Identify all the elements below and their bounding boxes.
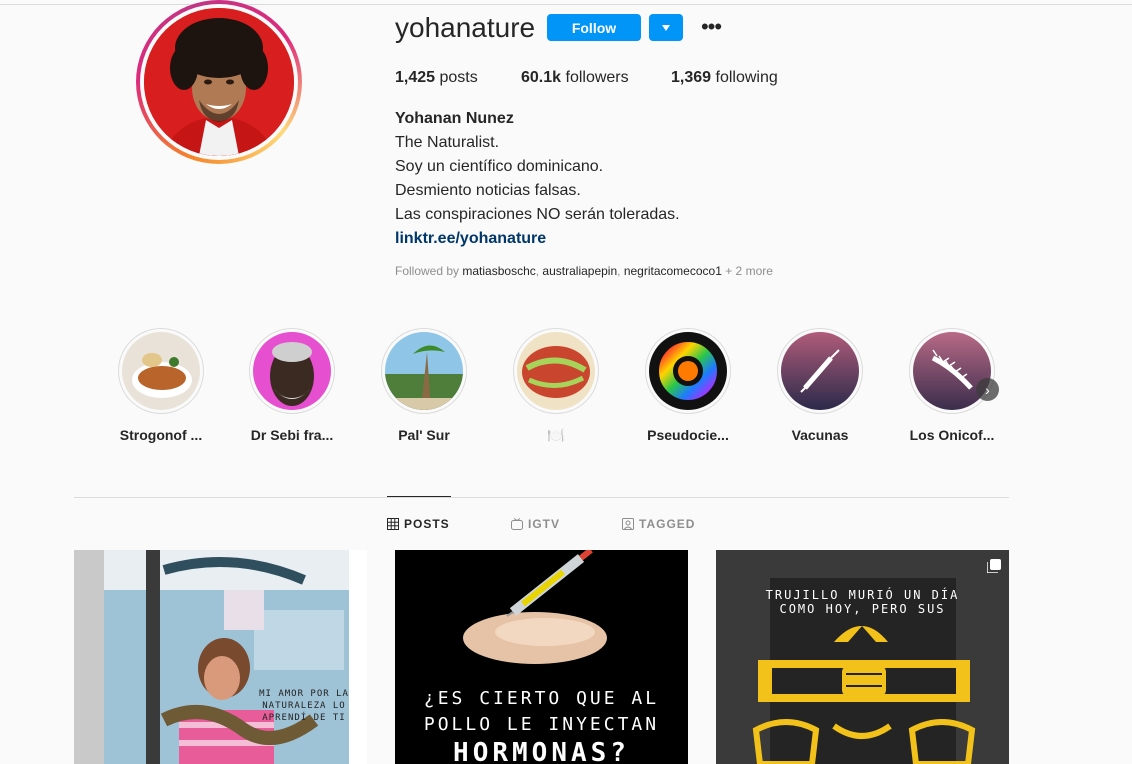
followed-by-more[interactable]: + 2 more (725, 264, 773, 278)
tabs-divider (74, 497, 1009, 498)
grid-icon (387, 518, 399, 530)
following-count: 1,369 (671, 69, 712, 86)
story-highlight[interactable]: Pseudocie... (633, 328, 743, 443)
follow-button[interactable]: Follow (547, 14, 641, 41)
posts-count-label: posts (439, 69, 478, 86)
post-thumbnail[interactable]: ¿ES CIERTO QUE AL POLLO LE INYECTAN HORM… (395, 550, 688, 764)
carousel-icon (986, 559, 1001, 574)
followed-by-prefix: Followed by (395, 264, 460, 278)
highlight-cover (253, 332, 331, 410)
highlight-label: Dr Sebi fra... (250, 427, 334, 443)
highlight-cover (517, 332, 595, 410)
story-highlight[interactable]: Strogonof ... (106, 328, 216, 443)
highlight-label: Pal' Sur (398, 427, 450, 443)
highlight-label: 🍽️ (547, 427, 565, 443)
profile-avatar[interactable] (136, 0, 302, 164)
tab-tagged-label: TAGGED (639, 517, 696, 531)
bio-website-link[interactable]: linktr.ee/yohanature (395, 230, 546, 248)
highlight-cover (385, 332, 463, 410)
post-headline-line: TRUJILLO MURIÓ UN DÍA (765, 588, 960, 602)
top-border (0, 4, 1132, 5)
highlight-cover (649, 332, 727, 410)
followed-by-user[interactable]: matiasboschc (462, 264, 535, 278)
highlight-label: Pseudocie... (647, 427, 729, 443)
highlight-label: Vacunas (791, 427, 849, 443)
chevron-right-icon: › (985, 381, 990, 398)
suggested-dropdown-button[interactable] (649, 14, 683, 41)
ellipsis-icon: ••• (700, 14, 722, 39)
bio-line: Desmiento noticias falsas. (395, 182, 581, 199)
highlight-label: Strogonof ... (119, 427, 203, 443)
post-thumbnail[interactable]: MI AMOR POR LA NATURALEZA LO APRENDÍ DE … (74, 550, 367, 764)
followers-stat[interactable]: 60.1k followers (521, 69, 629, 87)
story-highlight[interactable]: Vacunas (765, 328, 875, 443)
followed-by-user[interactable]: australiapepin (542, 264, 617, 278)
tab-tagged[interactable]: TAGGED (622, 517, 695, 531)
story-highlight[interactable]: Pal' Sur (369, 328, 479, 443)
post-headline-line: ¿ES CIERTO QUE AL (423, 688, 660, 709)
followers-label: followers (565, 69, 629, 86)
more-options-button[interactable]: ••• (698, 14, 724, 40)
highlight-cover (781, 332, 859, 410)
post-headline-line: POLLO LE INYECTAN (423, 714, 660, 735)
avatar-photo (144, 8, 294, 156)
post-headline-line: COMO HOY, PERO SUS (779, 602, 946, 616)
profile-full-name: Yohanan Nunez (395, 110, 514, 127)
post-caption-overlay: MI AMOR POR LA NATURALEZA LO APRENDÍ DE … (259, 689, 349, 723)
profile-username: yohanature (395, 12, 536, 43)
igtv-icon (511, 518, 523, 530)
tab-posts-label: POSTS (404, 517, 450, 531)
story-highlight[interactable]: 🍽️ (501, 328, 611, 444)
tagged-user-icon (622, 518, 634, 530)
followers-count: 60.1k (521, 69, 562, 86)
following-label: following (715, 69, 778, 86)
post-headline-line: HORMONAS? (453, 738, 630, 764)
bio-line: The Naturalist. (395, 134, 500, 151)
highlights-next-button[interactable]: › (976, 378, 999, 401)
highlight-cover (122, 332, 200, 410)
post-thumbnail[interactable]: TRUJILLO MURIÓ UN DÍA COMO HOY, PERO SUS (716, 550, 1009, 764)
active-tab-indicator (387, 496, 451, 497)
story-highlight[interactable]: Dr Sebi fra... (237, 328, 347, 443)
tab-posts[interactable]: POSTS (387, 517, 450, 531)
posts-count-stat: 1,425 posts (395, 69, 478, 87)
followed-by: Followed by matiasboschc, australiapepin… (395, 264, 773, 278)
bio-line: Las conspiraciones NO serán toleradas. (395, 206, 680, 223)
tab-igtv-label: IGTV (528, 517, 561, 531)
bio-line: Soy un científico dominicano. (395, 158, 604, 175)
tab-igtv[interactable]: IGTV (511, 517, 560, 531)
posts-count: 1,425 (395, 69, 436, 86)
caret-down-icon (662, 24, 670, 31)
followed-by-user[interactable]: negritacomecoco1 (624, 264, 722, 278)
highlight-label: Los Onicof... (909, 427, 995, 443)
following-stat[interactable]: 1,369 following (671, 69, 778, 87)
